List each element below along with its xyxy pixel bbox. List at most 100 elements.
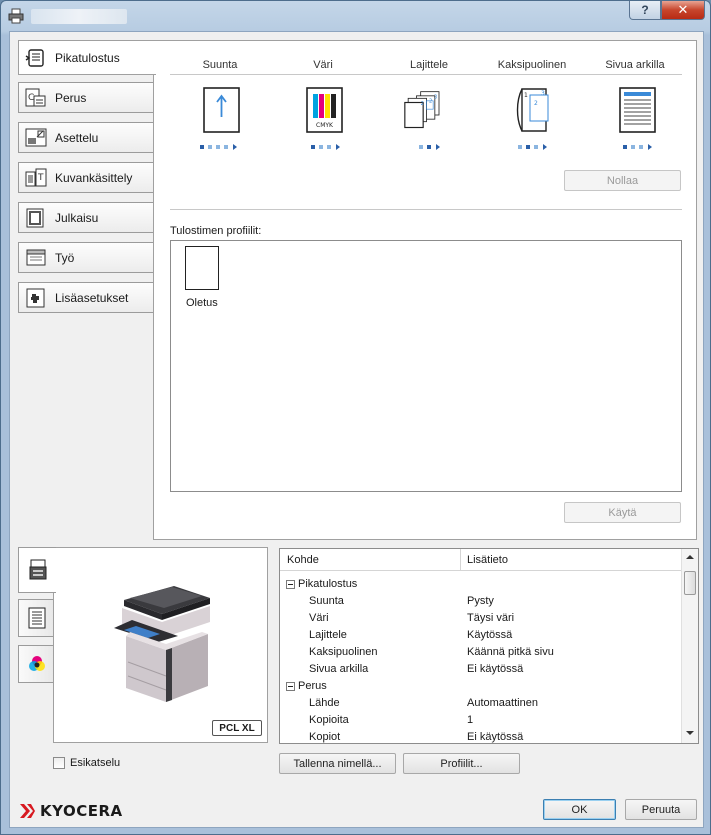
- color-heading: Väri: [313, 59, 333, 71]
- printer-tab[interactable]: [18, 547, 56, 593]
- row-value: Ei käytössä: [467, 731, 524, 743]
- page-tab[interactable]: [18, 599, 54, 637]
- collapse-icon[interactable]: [286, 580, 295, 589]
- table-scrollbar[interactable]: [681, 549, 698, 743]
- page-icon: [28, 607, 45, 629]
- image-processing-icon: T: [25, 168, 47, 186]
- group-label: Perus: [298, 680, 327, 692]
- collate-icon[interactable]: 3 2 2: [404, 87, 444, 133]
- group-label: Pikatulostus: [298, 578, 358, 590]
- table-row-group[interactable]: Perus: [280, 678, 682, 695]
- basic-icon: C: [25, 88, 46, 106]
- settings-summary-table[interactable]: Kohde Lisätieto Pikatulostus Suunta Pyst…: [279, 548, 699, 744]
- pdl-badge: PCL XL: [212, 720, 262, 736]
- table-row[interactable]: Väri Täysi väri: [280, 610, 682, 627]
- color-options-indicator[interactable]: [311, 143, 355, 151]
- tab-basic[interactable]: C Perus: [18, 82, 154, 113]
- tab-label: Julkaisu: [55, 210, 99, 225]
- printer-image: [114, 586, 210, 702]
- preview-checkbox[interactable]: [53, 757, 65, 769]
- window-title: [31, 9, 127, 24]
- duplex-options-indicator[interactable]: [518, 143, 562, 151]
- table-row[interactable]: Sivua arkilla Ei käytössä: [280, 661, 682, 678]
- duplex-icon[interactable]: 1 3 2: [514, 87, 554, 133]
- row-value: Käännä pitkä sivu: [467, 646, 554, 658]
- row-value: Automaattinen: [467, 697, 538, 709]
- apply-button[interactable]: Käytä: [564, 502, 681, 523]
- table-row[interactable]: Kopiot Ei käytössä: [280, 729, 682, 743]
- orientation-icon[interactable]: [202, 87, 242, 133]
- tab-layout[interactable]: Asettelu: [18, 122, 154, 153]
- tab-label: Perus: [55, 90, 87, 105]
- row-value: Täysi väri: [467, 612, 515, 624]
- printer-profiles-label: Tulostimen profiilit:: [170, 225, 262, 237]
- table-row[interactable]: Lähde Automaattinen: [280, 695, 682, 712]
- pages-per-sheet-heading: Sivua arkilla: [605, 59, 665, 71]
- job-icon: [26, 249, 46, 265]
- tab-job[interactable]: Työ: [18, 242, 154, 273]
- dialog-client-area: Pikatulostus C Perus Asettelu T Kuvankäs…: [9, 31, 704, 828]
- preview-checkbox-row[interactable]: Esikatselu: [53, 757, 120, 769]
- quick-print-panel: Suunta Väri Lajittele Kaksipuolinen Sivu…: [153, 40, 697, 540]
- scroll-down-icon[interactable]: [686, 731, 694, 735]
- profile-default-icon[interactable]: [185, 246, 219, 290]
- preview-tabs: [18, 547, 56, 747]
- kyocera-logo: KYOCERA: [18, 801, 123, 821]
- quick-print-icon: [25, 48, 44, 67]
- cmyk-label: CMYK: [316, 122, 334, 129]
- tab-label: Työ: [55, 250, 75, 265]
- table-row[interactable]: Kopioita 1: [280, 712, 682, 729]
- tab-publishing[interactable]: Julkaisu: [18, 202, 154, 233]
- orientation-options-indicator[interactable]: [200, 143, 244, 151]
- preview-checkbox-label[interactable]: Esikatselu: [70, 757, 120, 769]
- kyocera-logo-icon: [20, 804, 35, 818]
- close-button[interactable]: ✕: [661, 1, 705, 20]
- color-icon[interactable]: CMYK: [305, 87, 345, 133]
- table-header: Kohde Lisätieto: [280, 549, 682, 571]
- color-tab[interactable]: [18, 645, 54, 683]
- table-row[interactable]: Lajittele Käytössä: [280, 627, 682, 644]
- svg-text:T: T: [37, 173, 44, 183]
- printer-icon: [29, 559, 46, 580]
- column-header-detail[interactable]: Lisätieto: [467, 554, 508, 566]
- table-row[interactable]: Suunta Pysty: [280, 593, 682, 610]
- svg-text:3: 3: [434, 94, 437, 100]
- tab-label: Pikatulostus: [55, 50, 120, 65]
- scroll-up-icon[interactable]: [686, 555, 694, 559]
- layout-icon: [25, 128, 47, 146]
- header-divider: [170, 74, 682, 75]
- tab-quick-print[interactable]: Pikatulostus: [18, 40, 156, 75]
- table-row-group[interactable]: Pikatulostus: [280, 576, 682, 593]
- pages-per-sheet-options-indicator[interactable]: [623, 143, 667, 151]
- collapse-icon[interactable]: [286, 682, 295, 691]
- table-row[interactable]: Kaksipuolinen Käännä pitkä sivu: [280, 644, 682, 661]
- printer-profiles-list[interactable]: Oletus: [170, 240, 682, 492]
- scroll-thumb[interactable]: [684, 571, 696, 595]
- duplex-heading: Kaksipuolinen: [497, 59, 567, 71]
- advanced-icon: [26, 288, 45, 307]
- collate-options-indicator[interactable]: [419, 143, 463, 151]
- column-header-item[interactable]: Kohde: [287, 554, 319, 566]
- tab-label: Asettelu: [55, 130, 99, 145]
- reset-button[interactable]: Nollaa: [564, 170, 681, 191]
- printer-preview: PCL XL: [53, 547, 268, 743]
- tab-advanced[interactable]: Lisäasetukset: [18, 282, 154, 313]
- profiles-button[interactable]: Profiilit...: [403, 753, 520, 774]
- svg-text:2: 2: [534, 100, 538, 107]
- pages-per-sheet-icon[interactable]: [618, 87, 658, 133]
- profiles-divider: [170, 209, 682, 210]
- ok-button[interactable]: OK: [543, 799, 616, 820]
- help-button[interactable]: ?: [629, 1, 661, 20]
- profile-default-label[interactable]: Oletus: [186, 297, 218, 309]
- title-bar[interactable]: ? ✕: [1, 1, 710, 31]
- row-key: Lähde: [309, 697, 340, 709]
- row-key: Lajittele: [309, 629, 347, 641]
- tab-image-processing[interactable]: T Kuvankäsittely: [18, 162, 154, 193]
- row-key: Kopiot: [309, 731, 341, 743]
- column-divider[interactable]: [460, 549, 461, 571]
- row-value: Ei käytössä: [467, 663, 524, 675]
- cancel-button[interactable]: Peruuta: [625, 799, 697, 820]
- save-as-button[interactable]: Tallenna nimellä...: [279, 753, 396, 774]
- row-key: Kopioita: [309, 714, 349, 726]
- row-key: Kaksipuolinen: [309, 646, 378, 658]
